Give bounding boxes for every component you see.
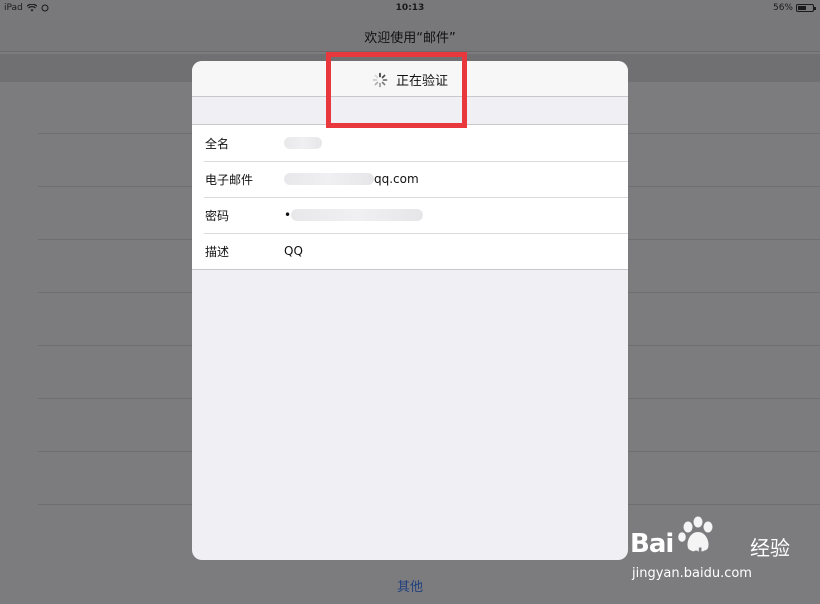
name-field[interactable]: [284, 137, 322, 149]
watermark-url: jingyan.baidu.com: [632, 566, 752, 581]
description-field[interactable]: QQ: [284, 244, 303, 258]
page-title: 欢迎使用“邮件”: [364, 31, 456, 46]
form-row-email[interactable]: 电子邮件 qq.com: [192, 161, 628, 197]
redacted-blur: [284, 137, 322, 149]
watermark-brand-right: 经验: [750, 536, 790, 560]
status-bar: iPad 10:13 56%: [0, 0, 820, 18]
battery-icon: [796, 4, 816, 12]
password-field[interactable]: •: [284, 208, 424, 222]
annotation-highlight-box: [326, 52, 467, 128]
name-label: 全名: [205, 136, 230, 151]
email-field[interactable]: qq.com: [284, 172, 419, 186]
email-label: 电子邮件: [205, 172, 254, 187]
password-label: 密码: [205, 208, 230, 223]
watermark-brand-mid: du: [692, 545, 714, 563]
battery-percent: 56%: [772, 3, 793, 13]
form-row-name[interactable]: 全名: [192, 125, 628, 161]
other-button[interactable]: 其他: [380, 576, 440, 595]
form-row-description[interactable]: 描述 QQ: [192, 233, 628, 269]
status-time: 10:13: [395, 3, 425, 13]
watermark-brand-left: Bai: [630, 529, 674, 559]
form-row-password[interactable]: 密码 •: [192, 197, 628, 233]
redacted-blur: [284, 173, 374, 185]
ipad-screen: iPad 10:13 56% 欢迎使用“邮件” 正在验证 全名 电子邮件 qq.…: [0, 0, 820, 604]
account-form: 全名 电子邮件 qq.com 密码 • 描述 QQ: [192, 124, 628, 270]
baidu-watermark: Bai du 经验 jingyan.baidu.com: [622, 515, 812, 595]
email-value: qq.com: [374, 172, 419, 186]
battery-fill: [798, 6, 806, 10]
nav-bar: 欢迎使用“邮件”: [0, 18, 820, 52]
redacted-blur: [291, 209, 424, 221]
account-setup-sheet: 正在验证 全名 电子邮件 qq.com 密码 • 描述 QQ: [192, 61, 628, 560]
description-label: 描述: [205, 244, 230, 259]
password-value: •: [284, 208, 292, 222]
status-right: 56%: [772, 3, 816, 13]
